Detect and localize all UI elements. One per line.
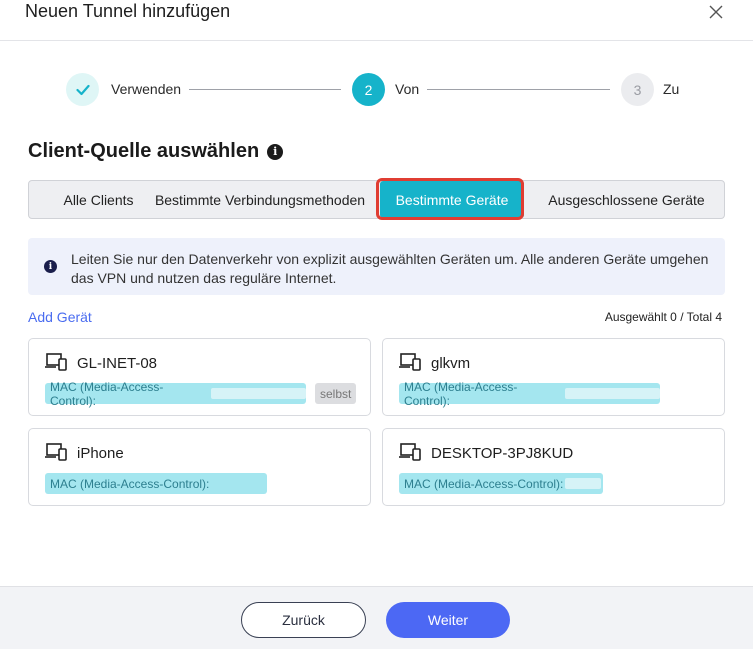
dialog-title: Neuen Tunnel hinzufügen [25,1,231,21]
step-connector [427,89,610,90]
tab-all-clients[interactable]: Alle Clients [29,181,168,218]
self-badge: selbst [315,383,357,404]
step-1-label: Verwenden [111,81,182,97]
device-name: glkvm [431,355,471,372]
mac-address: MAC (Media-Access-Control): [45,380,306,408]
mac-label: MAC (Media-Access-Control): [404,379,518,408]
section-title: Client-Quelle auswählen i [28,140,284,163]
tab-excluded-devices[interactable]: Ausgeschlossene Geräte [539,181,714,218]
section-title-text: Client-Quelle auswählen [28,140,260,162]
dialog-footer: Zurück Weiter [0,586,753,649]
step-3-circle: 3 [621,73,654,106]
device-name: DESKTOP-3PJ8KUD [431,445,574,462]
devices-icon [399,353,421,371]
mac-value-redacted [564,388,660,399]
device-card[interactable]: DESKTOP-3PJ8KUD MAC (Media-Access-Contro… [382,428,725,506]
mac-label: MAC (Media-Access-Control): [50,379,164,408]
device-card[interactable]: GL-INET-08 MAC (Media-Access-Control): s… [28,338,371,416]
devices-icon [399,443,421,461]
info-icon: i [44,260,57,273]
step-3-label: Zu [663,81,680,97]
close-icon[interactable] [707,3,725,21]
dialog-header: Neuen Tunnel hinzufügen [0,0,753,41]
mac-address: MAC (Media-Access-Control): [399,380,660,408]
step-2-circle: 2 [352,73,385,106]
devices-icon [45,443,67,461]
device-card[interactable]: iPhone MAC (Media-Access-Control): [28,428,371,506]
mac-value-redacted [210,388,306,399]
step-2-label: Von [395,81,420,97]
source-tabs: Alle Clients Bestimmte Verbindungsmethod… [28,180,725,219]
tab-specific-devices[interactable]: Bestimmte Geräte [380,181,524,218]
selection-count: Ausgewählt 0 / Total 4 [604,310,722,324]
device-name: GL-INET-08 [77,355,158,372]
mac-address: MAC (Media-Access-Control): [45,473,267,494]
checkmark-icon [75,84,90,95]
mac-address: MAC (Media-Access-Control): [399,473,603,494]
device-card[interactable]: glkvm MAC (Media-Access-Control): [382,338,725,416]
stepper: Verwenden 2 Von 3 Zu [66,73,696,107]
info-text: Leiten Sie nur den Datenverkehr von expl… [71,251,709,286]
step-1-circle [66,73,99,106]
info-box: i Leiten Sie nur den Datenverkehr von ex… [28,238,725,295]
devices-icon [45,353,67,371]
mac-label: MAC (Media-Access-Control): [404,476,564,491]
add-device-link[interactable]: Add Gerät [28,309,92,325]
device-name: iPhone [77,445,124,462]
mac-label: MAC (Media-Access-Control): [50,476,210,491]
tab-connection-methods[interactable]: Bestimmte Verbindungsmethoden [151,181,369,218]
mac-value-redacted [565,478,602,489]
next-button[interactable]: Weiter [386,602,510,638]
info-icon[interactable]: i [267,143,284,160]
back-button[interactable]: Zurück [241,602,366,638]
step-connector [189,89,341,90]
